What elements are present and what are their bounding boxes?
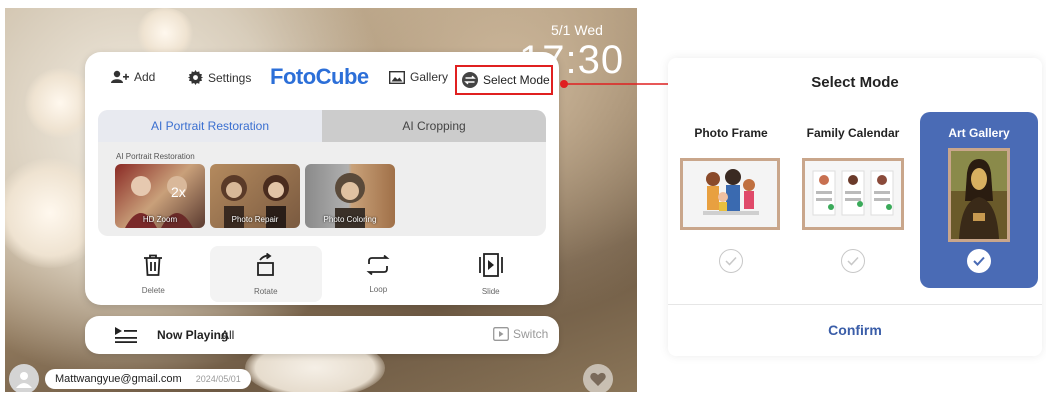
check-icon bbox=[725, 256, 737, 266]
rotate-button[interactable]: Rotate bbox=[209, 246, 322, 302]
background-flower bbox=[135, 8, 195, 58]
slide-button[interactable]: Slide bbox=[435, 246, 548, 302]
gallery-icon bbox=[389, 70, 405, 84]
confirm-button[interactable]: Confirm bbox=[668, 322, 1042, 338]
add-user-icon bbox=[111, 70, 129, 83]
playlist-icon bbox=[115, 327, 137, 343]
mode-check-circle bbox=[841, 249, 865, 273]
ai-features-card: AI Portrait Restoration AI Cropping AI P… bbox=[98, 110, 546, 236]
mode-label: Family Calendar bbox=[806, 126, 900, 140]
user-bar: Mattwangyue@gmail.com 2024/05/01 bbox=[9, 364, 251, 392]
delete-button[interactable]: Delete bbox=[97, 246, 210, 302]
dialog-title: Select Mode bbox=[811, 74, 899, 91]
select-mode-dialog: Select Mode Photo Frame Family Calendar … bbox=[668, 58, 1042, 356]
user-email: Mattwangyue@gmail.com bbox=[55, 373, 182, 385]
calendar-image bbox=[805, 161, 901, 227]
section-title: AI Portrait Restoration bbox=[116, 152, 195, 161]
control-panel: Add Settings FotoCube Gallery Select Mod… bbox=[85, 52, 559, 305]
top-bar: Add Settings FotoCube Gallery Select Mod… bbox=[85, 52, 559, 100]
trash-icon bbox=[144, 254, 163, 276]
mode-option-family-calendar[interactable]: Family Calendar bbox=[794, 112, 912, 288]
family-photo-image bbox=[683, 161, 777, 227]
action-bar: Delete Rotate Loop Slide bbox=[97, 246, 547, 302]
user-icon bbox=[16, 372, 32, 388]
select-mode-icon bbox=[462, 72, 478, 88]
calendar-frame-preview bbox=[802, 158, 904, 230]
check-icon bbox=[973, 256, 985, 266]
mode-check-circle bbox=[719, 249, 743, 273]
mode-option-art-gallery[interactable]: Art Gallery bbox=[920, 112, 1038, 288]
add-button[interactable]: Add bbox=[111, 70, 155, 84]
select-mode-label: Select Mode bbox=[483, 73, 550, 87]
avatar[interactable] bbox=[9, 364, 39, 392]
gear-icon bbox=[188, 70, 203, 85]
fotocube-logo: FotoCube bbox=[270, 64, 369, 89]
device-screen: 5/1 Wed 17:30 Add Settings FotoCube Gall… bbox=[5, 8, 637, 392]
tab-ai-portrait-restoration[interactable]: AI Portrait Restoration bbox=[98, 110, 322, 142]
rotate-label: Rotate bbox=[253, 286, 278, 296]
photo-repair-label: Photo Repair bbox=[231, 215, 279, 224]
feature-tabs: AI Portrait Restoration AI Cropping bbox=[98, 110, 546, 142]
loop-icon bbox=[366, 254, 390, 275]
now-playing-label: Now Playing bbox=[157, 328, 229, 342]
loop-label: Loop bbox=[369, 284, 388, 294]
favorite-button[interactable] bbox=[583, 364, 613, 392]
switch-icon bbox=[493, 327, 509, 341]
select-mode-button[interactable]: Select Mode bbox=[455, 65, 553, 95]
gallery-button[interactable]: Gallery bbox=[389, 70, 448, 84]
settings-label: Settings bbox=[208, 70, 252, 85]
mode-check-circle bbox=[967, 249, 991, 273]
now-playing-value: All bbox=[221, 328, 235, 342]
switch-label: Switch bbox=[513, 327, 549, 341]
hd-zoom-label: HD Zoom bbox=[142, 215, 178, 224]
loop-button[interactable]: Loop bbox=[322, 246, 435, 302]
user-info: Mattwangyue@gmail.com 2024/05/01 bbox=[45, 369, 251, 389]
art-frame-preview bbox=[948, 148, 1010, 242]
heart-icon bbox=[590, 372, 606, 386]
slide-icon bbox=[478, 252, 503, 277]
photo-repair-thumbnail[interactable]: Photo Repair bbox=[210, 164, 300, 228]
mode-label: Art Gallery bbox=[948, 126, 1010, 140]
tab-ai-cropping[interactable]: AI Cropping bbox=[322, 110, 546, 142]
hd-zoom-thumbnail[interactable]: 2x HD Zoom bbox=[115, 164, 205, 228]
slide-label: Slide bbox=[481, 286, 500, 296]
now-playing-bar[interactable]: Now Playing All Switch bbox=[85, 316, 559, 354]
photo-frame-preview bbox=[680, 158, 780, 230]
user-date: 2024/05/01 bbox=[195, 374, 241, 384]
clock-date: 5/1 Wed bbox=[551, 22, 603, 38]
photo-coloring-label: Photo Coloring bbox=[323, 215, 377, 224]
mode-option-photo-frame[interactable]: Photo Frame bbox=[672, 112, 790, 288]
settings-button[interactable]: Settings bbox=[188, 70, 251, 85]
zoom-badge: 2x bbox=[171, 184, 186, 200]
divider bbox=[668, 304, 1042, 305]
gallery-label: Gallery bbox=[410, 70, 449, 84]
photo-coloring-thumbnail[interactable]: Photo Coloring bbox=[305, 164, 395, 228]
switch-button[interactable]: Switch bbox=[493, 327, 548, 341]
mode-label: Photo Frame bbox=[694, 126, 768, 140]
check-icon bbox=[847, 256, 859, 266]
rotate-icon bbox=[256, 252, 274, 276]
mona-lisa-image bbox=[951, 151, 1007, 239]
add-label: Add bbox=[134, 70, 156, 84]
delete-label: Delete bbox=[141, 285, 165, 295]
